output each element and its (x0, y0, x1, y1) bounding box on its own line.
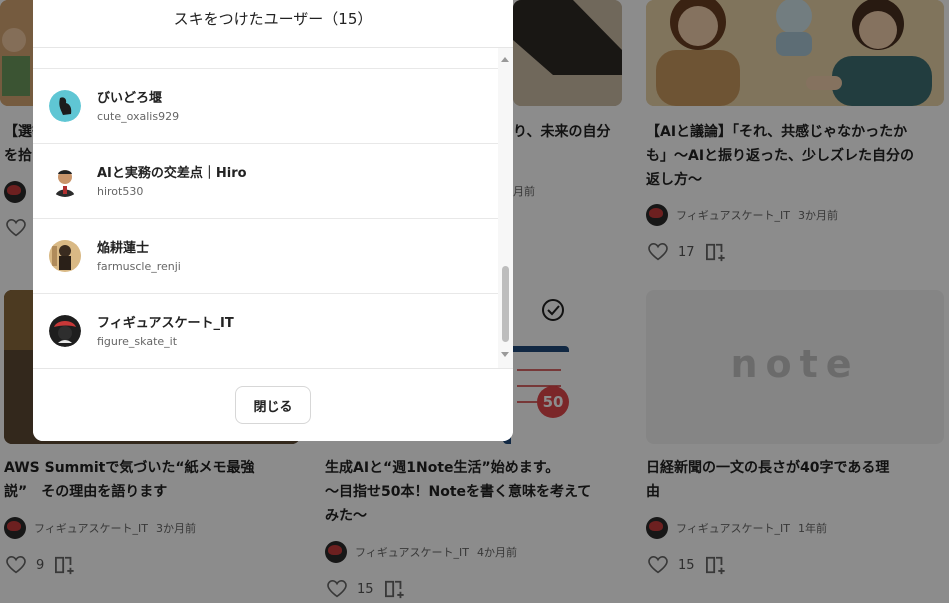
list-item[interactable]: 焔耕蓮士 farmuscle_renji (33, 219, 498, 294)
list-item[interactable]: AIと実務の交差点｜Hiro hirot530 (33, 144, 498, 219)
user-avatar[interactable] (49, 90, 81, 122)
user-name[interactable]: 焔耕蓮士 (97, 237, 149, 256)
avatar-image (49, 165, 81, 197)
avatar-image (49, 90, 81, 122)
user-name[interactable]: AIと実務の交差点｜Hiro (97, 162, 247, 181)
list-item[interactable] (33, 48, 498, 69)
user-handle: cute_oxalis929 (97, 110, 180, 123)
modal-title: スキをつけたユーザー（15） (33, 0, 513, 48)
user-name[interactable]: フィギュアスケート_IT (97, 312, 234, 331)
list-item[interactable]: フィギュアスケート_IT figure_skate_it (33, 294, 498, 368)
modal-footer: 閉じる (33, 368, 513, 441)
user-avatar[interactable] (49, 315, 81, 347)
avatar-image (49, 240, 81, 272)
likers-list[interactable]: びいどろ堰 cute_oxalis929 AIと実務の交差点｜Hiro hiro… (33, 48, 498, 368)
list-item[interactable]: びいどろ堰 cute_oxalis929 (33, 69, 498, 144)
close-button[interactable]: 閉じる (235, 386, 311, 424)
user-name[interactable]: びいどろ堰 (97, 87, 162, 106)
scroll-down-arrow-icon[interactable] (501, 352, 509, 357)
user-avatar[interactable] (49, 240, 81, 272)
scrollbar-thumb[interactable] (502, 266, 509, 342)
user-handle: figure_skate_it (97, 335, 178, 348)
user-handle: farmuscle_renji (97, 260, 181, 273)
user-avatar[interactable] (49, 165, 81, 197)
scroll-up-arrow-icon[interactable] (501, 57, 509, 62)
avatar-image (49, 315, 81, 347)
list-scrollbar[interactable] (498, 48, 513, 368)
likers-modal: スキをつけたユーザー（15） びいどろ堰 cute_oxalis929 AIと実… (33, 0, 513, 441)
user-handle: hirot530 (97, 185, 144, 198)
